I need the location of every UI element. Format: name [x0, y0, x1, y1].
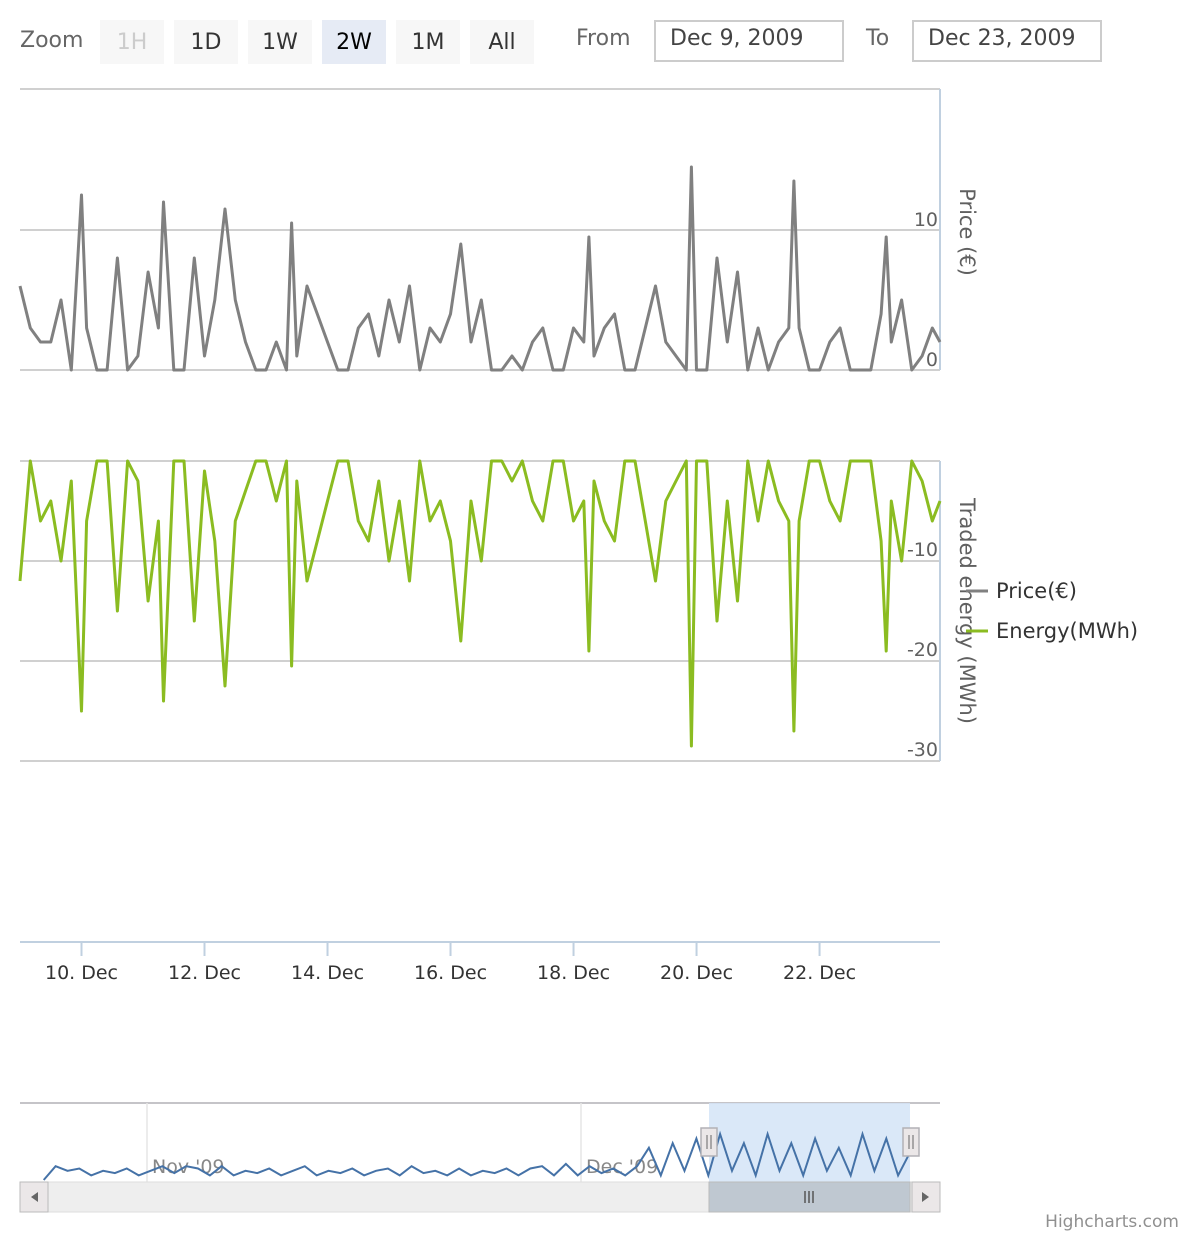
energy-tick-minus30: -30 — [907, 739, 938, 761]
navigator-handle-right[interactable] — [902, 1127, 920, 1157]
energy-tick-minus20: -20 — [907, 639, 938, 661]
legend-item-energy[interactable]: Energy(MWh) — [966, 619, 1138, 643]
price-series-line[interactable] — [18, 165, 942, 372]
x-axis-ticks: 10. Dec 12. Dec 14. Dec 16. Dec 18. Dec 20. D… — [45, 942, 856, 984]
price-axis-title: Price (€) — [955, 188, 979, 276]
stock-chart: 10 0 Price (€) -10 -20 -30 Traded energy… — [18, 88, 1138, 1213]
energy-tick-minus10: -10 — [907, 539, 938, 561]
legend-item-price[interactable]: Price(€) — [966, 579, 1077, 603]
x-tick-label: 14. Dec — [291, 962, 364, 984]
energy-series-line[interactable] — [18, 459, 942, 748]
x-tick-label: 16. Dec — [414, 962, 487, 984]
navigator-selected-mask[interactable] — [709, 1103, 910, 1182]
navigator[interactable]: Nov '09 Dec '09 — [20, 1102, 940, 1182]
energy-axis-title: Traded energy (MWh) — [955, 497, 979, 724]
legend: Price(€) Energy(MWh) — [966, 579, 1138, 643]
x-tick-label: 20. Dec — [660, 962, 733, 984]
legend-price-label: Price(€) — [996, 579, 1077, 603]
credits-link[interactable]: Highcharts.com — [1045, 1212, 1179, 1232]
x-tick-label: 18. Dec — [537, 962, 610, 984]
scrollbar[interactable] — [19, 1181, 941, 1213]
x-tick-label: 10. Dec — [45, 962, 118, 984]
x-tick-label: 12. Dec — [168, 962, 241, 984]
legend-energy-label: Energy(MWh) — [996, 619, 1138, 643]
x-tick-label: 22. Dec — [783, 962, 856, 984]
price-tick-0: 0 — [926, 349, 938, 371]
navigator-handle-left[interactable] — [700, 1127, 718, 1157]
price-tick-10: 10 — [914, 209, 938, 231]
